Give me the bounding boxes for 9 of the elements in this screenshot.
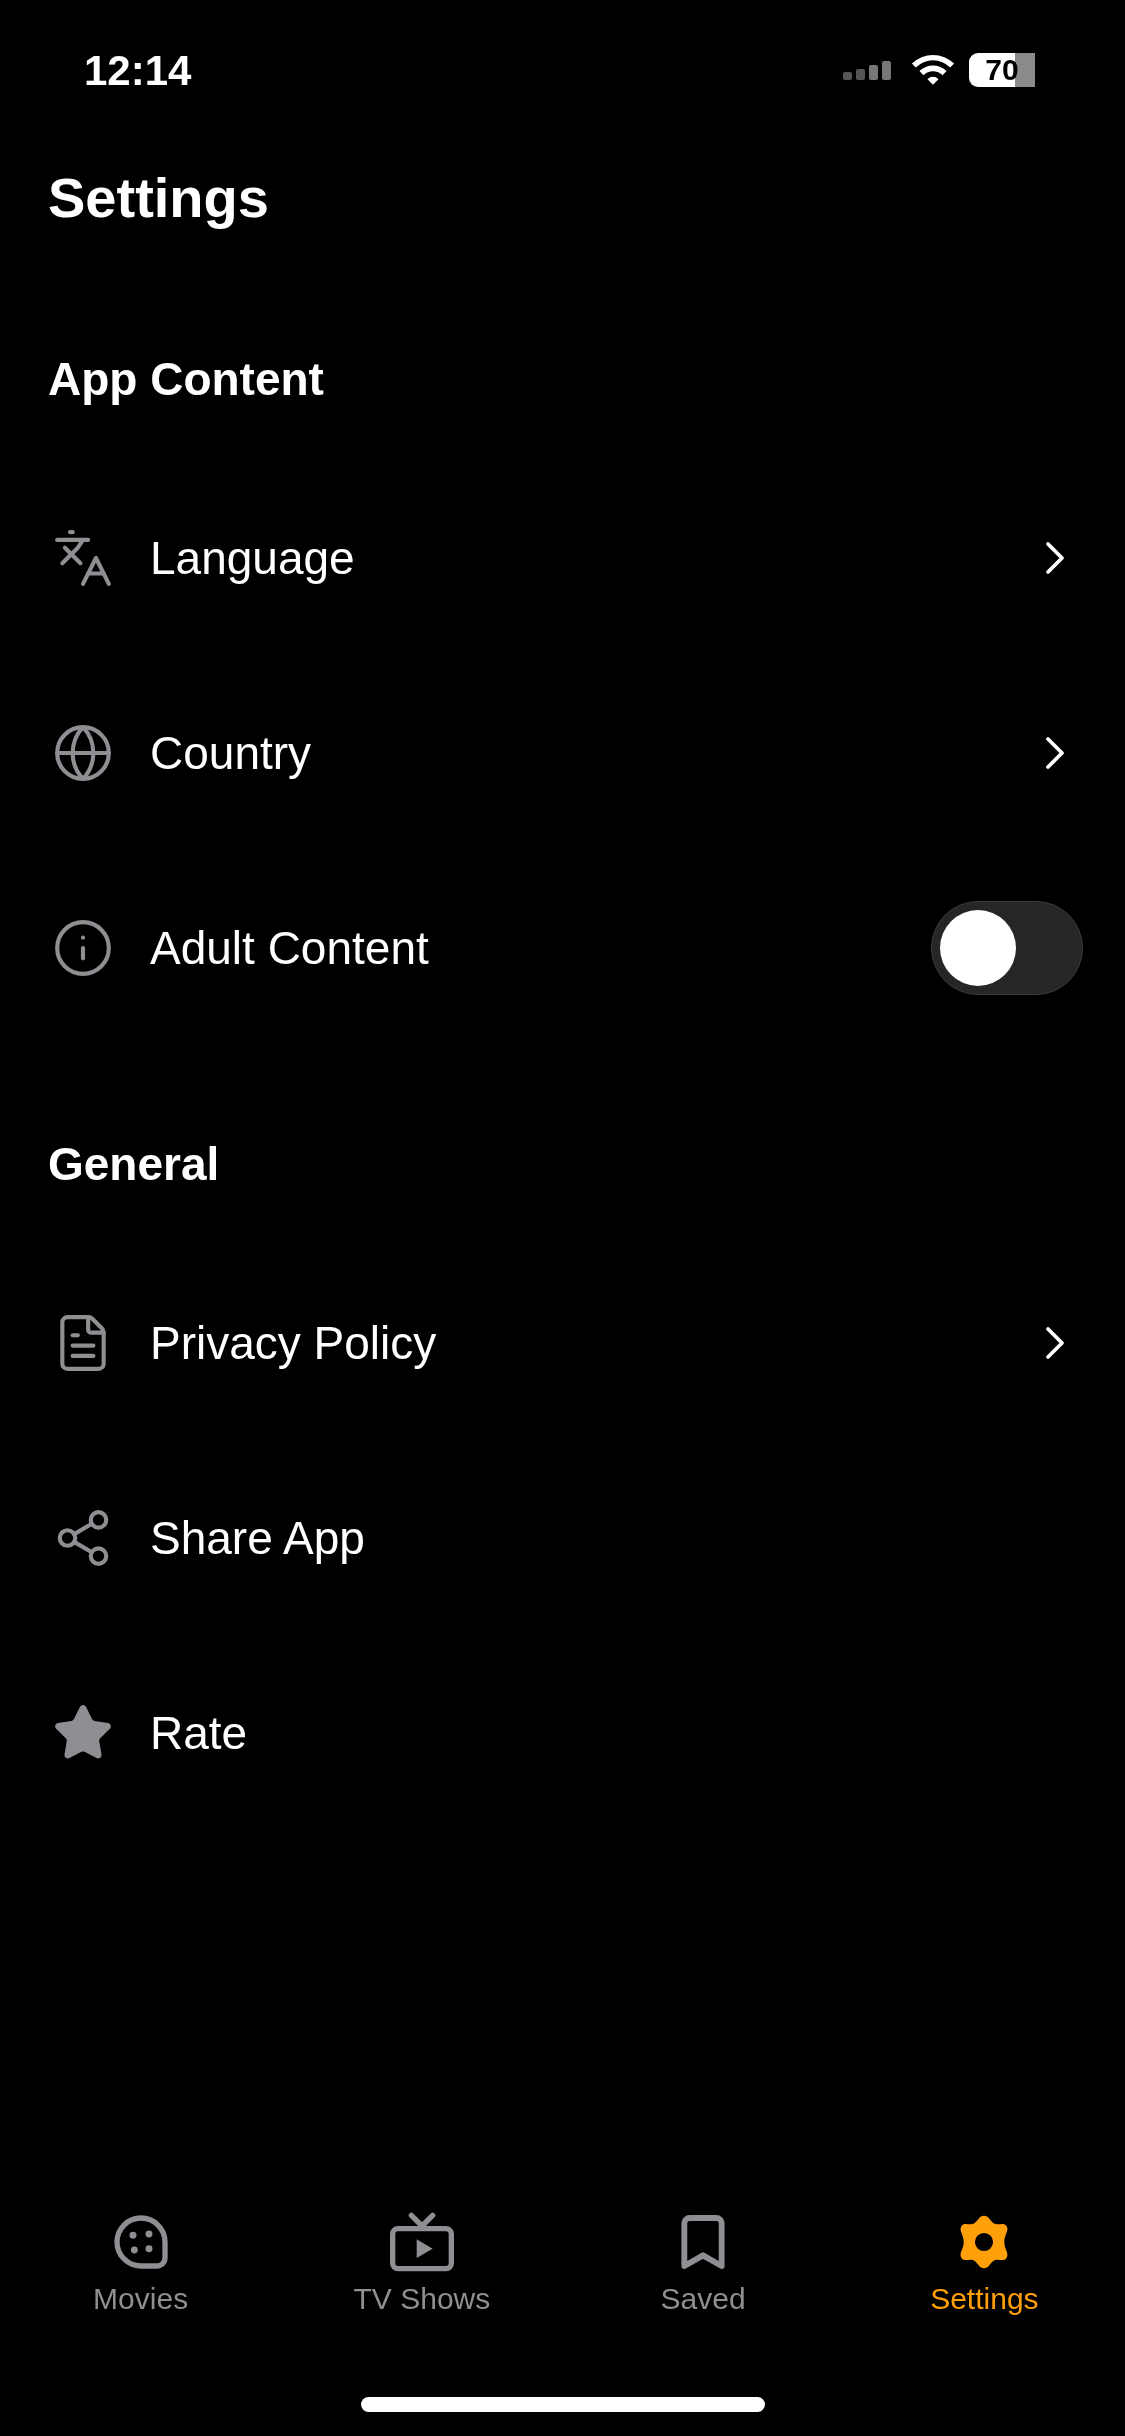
tab-bar-item[interactable]: TV Shows — [281, 2210, 563, 2330]
setting-label[interactable]: Rate — [150, 1709, 248, 1756]
wifi-icon — [911, 53, 955, 87]
status-time: 12:14 — [84, 45, 192, 96]
tab-bar-item[interactable]: Settings — [843, 2210, 1125, 2330]
section-header: General — [48, 1141, 220, 1187]
tab-bar-item[interactable]: Movies — [0, 2210, 282, 2330]
setting-label[interactable]: Adult Content — [150, 924, 429, 971]
tab-bar-item[interactable]: Saved — [562, 2210, 844, 2330]
